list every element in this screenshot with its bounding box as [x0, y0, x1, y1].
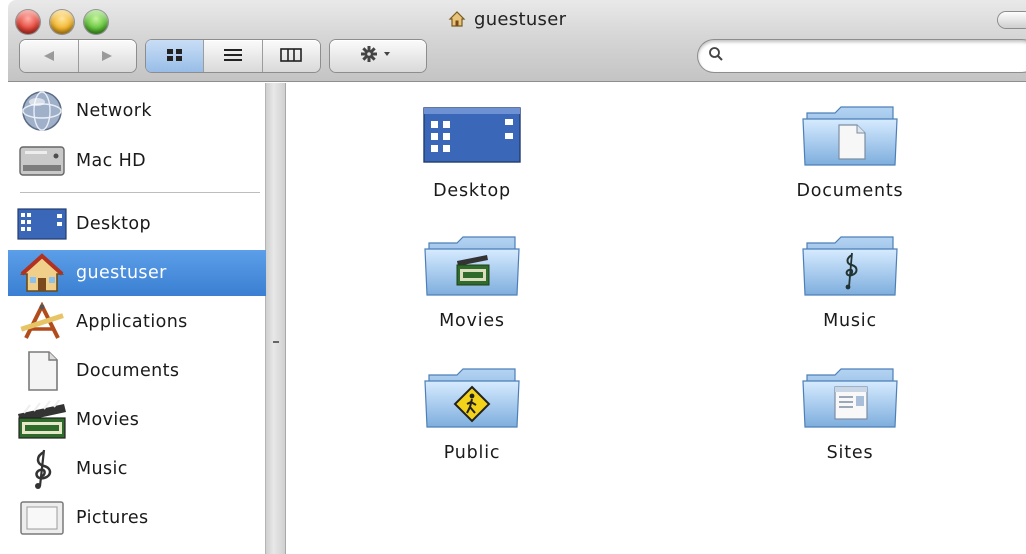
- sidebar-item-label: Movies: [76, 410, 140, 430]
- sidebar-item-label: Network: [76, 101, 152, 121]
- forward-button[interactable]: [77, 40, 137, 72]
- pictures-icon: [8, 495, 76, 541]
- item-desktop[interactable]: Desktop: [362, 103, 582, 201]
- item-label: Sites: [826, 443, 874, 463]
- item-label: Movies: [439, 311, 505, 331]
- title-toolbar: guestuser: [8, 0, 1026, 82]
- sites-folder-icon: [800, 365, 900, 429]
- splitter-grip: [273, 341, 279, 343]
- sidebar-item-network[interactable]: Network: [8, 88, 266, 134]
- window-title-text: guestuser: [474, 8, 567, 30]
- item-documents[interactable]: Documents: [740, 103, 960, 201]
- view-mode-control: [146, 40, 320, 72]
- sidebar-item-applications[interactable]: Applications: [8, 299, 266, 345]
- search-field[interactable]: [698, 40, 1026, 72]
- sidebar-item-mac-hd[interactable]: Mac HD: [8, 138, 266, 184]
- finder-window: guestuser Network Mac HD Desktop guestus…: [8, 0, 1026, 554]
- music-folder-icon: [800, 233, 900, 297]
- music-icon: [8, 446, 76, 492]
- forward-arrow-icon: [100, 47, 114, 66]
- action-menu-inner: [330, 40, 426, 72]
- minimize-button[interactable]: [50, 10, 74, 34]
- item-public[interactable]: Public: [362, 365, 582, 463]
- item-label: Documents: [796, 181, 904, 201]
- item-sites[interactable]: Sites: [740, 365, 960, 463]
- icon-view-button[interactable]: [146, 40, 204, 72]
- home-icon: [448, 10, 466, 28]
- item-label: Desktop: [433, 181, 511, 201]
- sidebar-splitter[interactable]: [266, 83, 286, 554]
- item-label: Music: [823, 311, 877, 331]
- action-menu-button[interactable]: [330, 40, 426, 72]
- sidebar-item-label: guestuser: [76, 263, 167, 283]
- content-pane: Desktop Documents Movies Music Public Si…: [286, 83, 1026, 554]
- back-arrow-icon: [42, 47, 56, 66]
- sidebar-item-documents[interactable]: Documents: [8, 348, 266, 394]
- sidebar-item-guestuser[interactable]: guestuser: [8, 250, 266, 296]
- desktop-folder-icon: [422, 103, 522, 167]
- item-music[interactable]: Music: [740, 233, 960, 331]
- column-view-button[interactable]: [261, 40, 320, 72]
- movies-icon: [8, 397, 76, 443]
- gear-icon: [360, 46, 396, 66]
- movies-folder-icon: [422, 233, 522, 297]
- sidebar-item-label: Applications: [76, 312, 188, 332]
- home-icon: [8, 250, 76, 296]
- documents-folder-icon: [800, 103, 900, 167]
- documents-icon: [8, 348, 76, 394]
- sidebar-item-label: Documents: [76, 361, 180, 381]
- hard-drive-icon: [8, 138, 76, 184]
- column-view-icon: [280, 47, 303, 66]
- sidebar-item-pictures[interactable]: Pictures: [8, 495, 266, 541]
- window-title: guestuser: [448, 8, 566, 30]
- sidebar-divider: [20, 192, 260, 193]
- sidebar-item-label: Pictures: [76, 508, 149, 528]
- network-globe-icon: [8, 88, 76, 134]
- sidebar-item-movies[interactable]: Movies: [8, 397, 266, 443]
- toolbar-toggle-button[interactable]: [998, 12, 1026, 28]
- zoom-button[interactable]: [84, 10, 108, 34]
- close-button[interactable]: [16, 10, 40, 34]
- applications-icon: [8, 299, 76, 345]
- sidebar: Network Mac HD Desktop guestuser Applica…: [8, 83, 266, 554]
- sidebar-item-label: Music: [76, 459, 128, 479]
- list-view-button[interactable]: [203, 40, 261, 72]
- back-button[interactable]: [20, 40, 78, 72]
- public-folder-icon: [422, 365, 522, 429]
- icon-view-icon: [166, 47, 184, 66]
- back-forward-control: [20, 40, 136, 72]
- desktop-icon: [8, 201, 76, 247]
- item-label: Public: [443, 443, 501, 463]
- search-icon: [708, 46, 724, 66]
- list-view-icon: [223, 47, 243, 66]
- item-movies[interactable]: Movies: [362, 233, 582, 331]
- sidebar-item-label: Mac HD: [76, 151, 147, 171]
- sidebar-item-label: Desktop: [76, 214, 151, 234]
- sidebar-item-music[interactable]: Music: [8, 446, 266, 492]
- sidebar-item-desktop[interactable]: Desktop: [8, 201, 266, 247]
